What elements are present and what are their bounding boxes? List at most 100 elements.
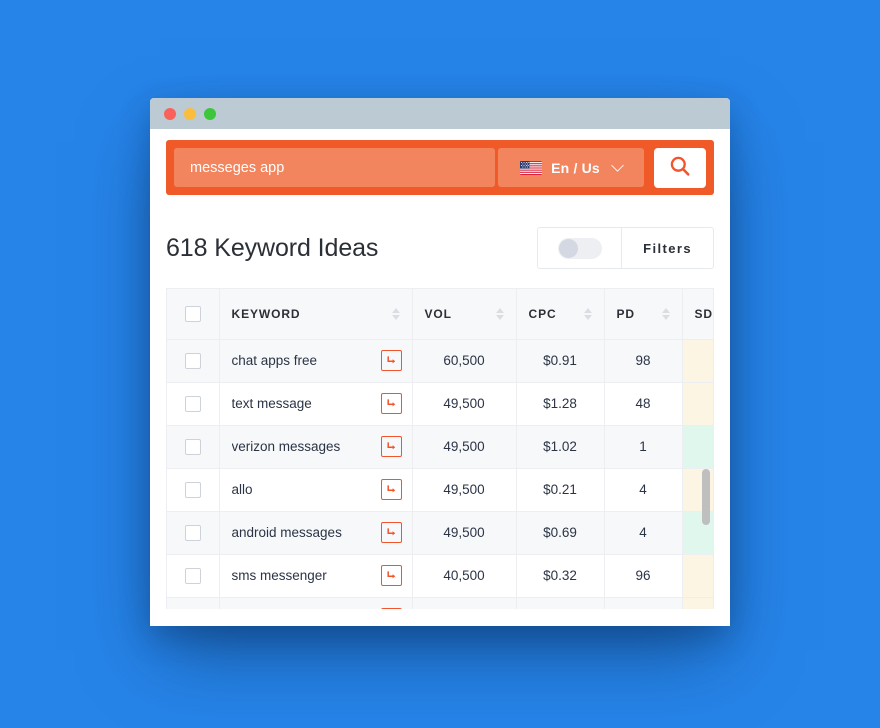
keyword-table: KEYWORD VOL CPC PD SD chat apps free 60,… xyxy=(167,289,713,609)
arrow-turn-right-icon[interactable] xyxy=(380,522,402,543)
cell-pd: 4 xyxy=(604,468,683,512)
cell-keyword: allo xyxy=(219,468,413,512)
row-checkbox[interactable] xyxy=(184,481,201,498)
row-select-cell xyxy=(167,554,220,598)
arrow-turn-right-icon[interactable] xyxy=(380,393,402,414)
toggle-track xyxy=(557,237,602,259)
sort-icon[interactable] xyxy=(661,307,670,320)
language-label: En / Us xyxy=(551,159,600,176)
scrollbar-thumb[interactable] xyxy=(702,469,710,525)
cell-vol: 49,500 xyxy=(412,425,517,469)
language-selector[interactable]: En / Us xyxy=(498,148,644,187)
cell-vol: 49,500 xyxy=(412,511,517,555)
column-label-sd: SD xyxy=(694,306,713,321)
row-checkbox[interactable] xyxy=(184,567,201,584)
table-row[interactable]: sms messenger40,500$0.329659 xyxy=(167,554,713,598)
column-header-sd[interactable]: SD xyxy=(682,289,713,340)
table-scrollbar[interactable] xyxy=(702,341,710,609)
cell-pd: 48 xyxy=(604,382,683,426)
arrow-turn-right-icon[interactable] xyxy=(380,350,402,371)
us-flag-icon xyxy=(520,160,543,175)
maximize-button[interactable] xyxy=(204,107,216,120)
cell-vol: 60,500 xyxy=(412,339,517,383)
row-select-cell xyxy=(167,511,220,555)
cell-cpc: $0.91 xyxy=(516,339,605,383)
keyword-text: text message xyxy=(231,396,312,411)
column-header-vol[interactable]: VOL xyxy=(412,289,517,340)
close-button[interactable] xyxy=(164,107,176,120)
table-row[interactable]: android messages49,500$0.69434 xyxy=(167,511,713,555)
column-label-pd: PD xyxy=(616,306,635,321)
cell-cpc: $0.32 xyxy=(516,554,605,598)
cell-keyword xyxy=(219,597,413,609)
keyword-text: sms messenger xyxy=(231,568,327,583)
arrow-turn-right-icon[interactable] xyxy=(380,479,402,500)
column-label-vol: VOL xyxy=(424,306,452,321)
sort-icon[interactable] xyxy=(495,307,504,320)
cell-pd: 4 xyxy=(604,511,683,555)
cell-vol: 49,500 xyxy=(412,468,517,512)
cell-cpc: $0.21 xyxy=(516,468,605,512)
keyword-text: android messages xyxy=(231,525,342,540)
column-label-keyword: KEYWORD xyxy=(231,306,301,321)
row-select-cell xyxy=(167,468,220,512)
table-row[interactable]: allo49,500$0.21447 xyxy=(167,468,713,512)
arrow-turn-right-icon[interactable] xyxy=(380,565,402,586)
cell-pd: 96 xyxy=(604,554,683,598)
arrow-turn-right-icon[interactable] xyxy=(380,436,402,457)
cell-keyword: sms messenger xyxy=(219,554,413,598)
keyword-text: verizon messages xyxy=(231,439,341,454)
cell-cpc xyxy=(516,597,605,609)
cell-keyword: verizon messages xyxy=(219,425,413,469)
sort-icon[interactable] xyxy=(391,307,400,320)
row-checkbox[interactable] xyxy=(184,352,201,369)
search-input[interactable] xyxy=(174,148,495,187)
cell-vol: 49,500 xyxy=(412,382,517,426)
cell-vol: 40,500 xyxy=(412,554,517,598)
row-select-cell xyxy=(167,425,220,469)
search-icon xyxy=(669,155,691,180)
table-row[interactable]: verizon messages49,500$1.02133 xyxy=(167,425,713,469)
keyword-text: allo xyxy=(231,482,253,497)
cell-pd xyxy=(604,597,683,609)
window-titlebar xyxy=(150,98,730,129)
column-label-cpc: CPC xyxy=(528,306,557,321)
row-checkbox[interactable] xyxy=(184,395,201,412)
column-header-cpc[interactable]: CPC xyxy=(516,289,605,340)
row-checkbox[interactable] xyxy=(184,438,201,455)
toggle-knob xyxy=(558,238,578,258)
row-checkbox[interactable] xyxy=(184,524,201,541)
column-header-pd[interactable]: PD xyxy=(604,289,683,340)
row-select-cell xyxy=(167,382,220,426)
arrow-turn-right-icon[interactable] xyxy=(380,608,402,609)
cell-keyword: android messages xyxy=(219,511,413,555)
cell-keyword: chat apps free xyxy=(219,339,413,383)
table-row[interactable] xyxy=(167,597,713,609)
filters-group: Filters xyxy=(537,227,714,269)
filters-button[interactable]: Filters xyxy=(622,228,713,268)
table-row[interactable]: text message49,500$1.284847 xyxy=(167,382,713,426)
select-all-checkbox[interactable] xyxy=(184,305,201,322)
results-toggle[interactable] xyxy=(538,228,623,268)
table-header-row: KEYWORD VOL CPC PD SD xyxy=(167,289,713,340)
keyword-text: chat apps free xyxy=(231,353,318,368)
row-select-cell xyxy=(167,339,220,383)
cell-keyword: text message xyxy=(219,382,413,426)
table-body: chat apps free60,500$0.919861text messag… xyxy=(167,339,713,609)
results-header: 618 Keyword Ideas Filters xyxy=(166,227,714,269)
sort-icon[interactable] xyxy=(583,307,592,320)
cell-cpc: $0.69 xyxy=(516,511,605,555)
column-header-keyword[interactable]: KEYWORD xyxy=(219,289,413,340)
browser-window: En / Us 618 Keyword Ideas Filters xyxy=(150,98,730,626)
keyword-table-container: KEYWORD VOL CPC PD SD chat apps free 60,… xyxy=(166,288,714,609)
search-button[interactable] xyxy=(654,147,706,188)
cell-pd: 1 xyxy=(604,425,683,469)
cell-cpc: $1.28 xyxy=(516,382,605,426)
table-row[interactable]: chat apps free60,500$0.919861 xyxy=(167,339,713,383)
cell-vol xyxy=(412,597,517,609)
cell-pd: 98 xyxy=(604,339,683,383)
select-all-header xyxy=(167,289,220,340)
minimize-button[interactable] xyxy=(184,107,196,120)
row-select-cell xyxy=(167,597,220,609)
cell-cpc: $1.02 xyxy=(516,425,605,469)
